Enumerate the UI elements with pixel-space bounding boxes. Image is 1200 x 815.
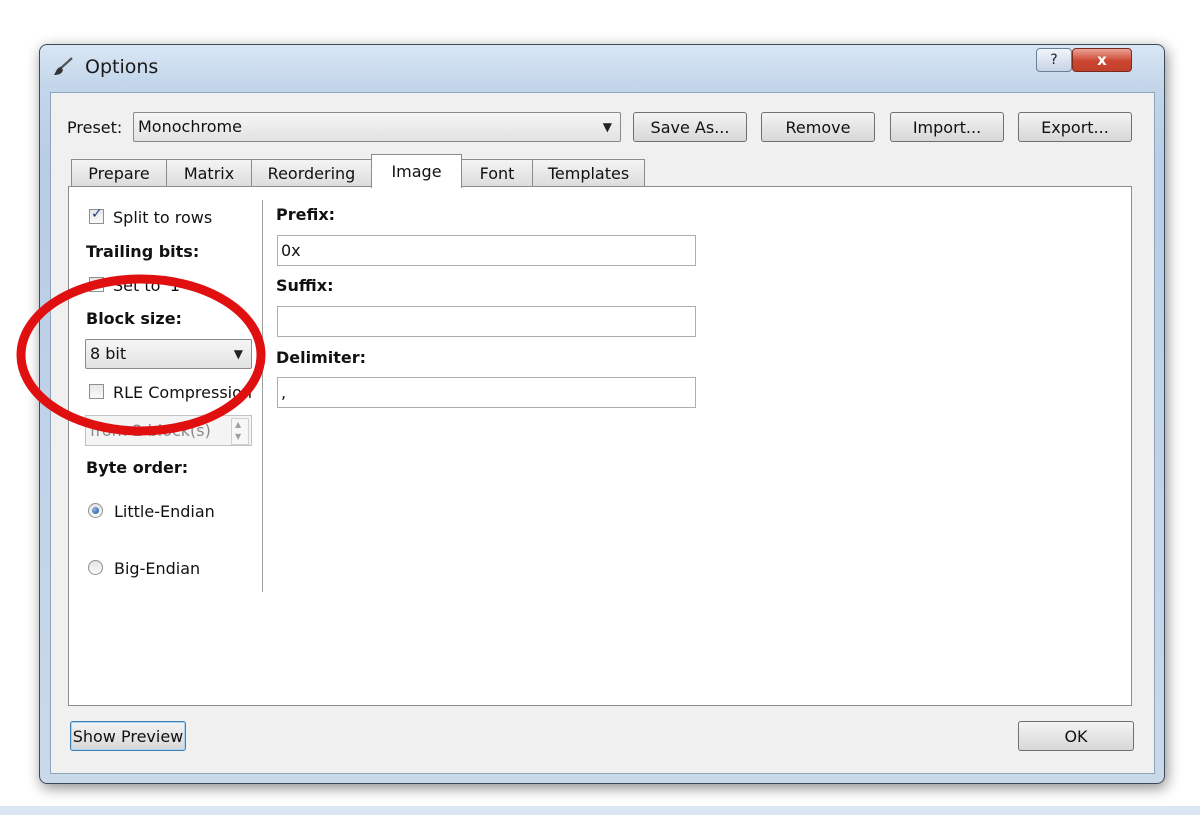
chevron-down-icon: ▼ [602,120,612,134]
desktop-strip [0,806,1200,815]
radio-selected-dot [92,507,99,514]
import-button[interactable]: Import... [890,112,1004,142]
big-endian-label: Big-Endian [114,559,201,578]
show-preview-button[interactable]: Show Preview [70,721,186,751]
prefix-input[interactable]: 0x [277,235,696,266]
suffix-input[interactable] [277,306,696,337]
block-size-heading: Block size: [86,309,182,328]
rle-blocks-value: from 2 block(s) [90,421,211,440]
little-endian-label: Little-Endian [114,502,215,521]
tab-reordering[interactable]: Reordering [251,159,372,187]
remove-button[interactable]: Remove [761,112,875,142]
block-size-value: 8 bit [90,344,127,363]
save-as-button[interactable]: Save As... [633,112,747,142]
set-to-1-checkbox[interactable] [89,277,104,292]
brush-icon [54,57,73,75]
preset-label: Preset: [67,118,123,137]
column-divider [262,200,264,592]
little-endian-radio[interactable] [88,503,103,518]
preset-combobox[interactable]: Monochrome ▼ [133,112,621,142]
rle-compression-label: RLE Compression [113,383,253,402]
window-title: Options [85,56,159,78]
split-to-rows-label: Split to rows [113,208,213,227]
big-endian-radio[interactable] [88,560,103,575]
tab-templates[interactable]: Templates [532,159,645,187]
spin-down-icon[interactable]: ▼ [235,432,241,442]
spin-up-icon[interactable]: ▲ [235,420,241,430]
spin-buttons[interactable]: ▲ ▼ [231,418,249,445]
split-to-rows-checkbox[interactable]: ✓ [89,206,104,224]
tab-font[interactable]: Font [461,159,533,187]
export-button[interactable]: Export... [1018,112,1132,142]
prefix-label: Prefix: [276,205,336,224]
byte-order-heading: Byte order: [86,458,189,477]
set-to-1-label: Set to '1' [113,276,185,295]
tab-image[interactable]: Image [371,154,462,188]
block-size-combobox[interactable]: 8 bit ▼ [85,339,252,369]
preset-value: Monochrome [138,117,242,136]
delimiter-input[interactable]: , [277,377,696,408]
rle-blocks-spinbox[interactable]: from 2 block(s) ▲ ▼ [85,415,252,446]
checkmark-icon: ✓ [91,206,103,222]
tab-prepare[interactable]: Prepare [71,159,167,187]
help-button[interactable]: ? [1036,48,1072,72]
tab-matrix[interactable]: Matrix [166,159,252,187]
close-button[interactable]: x [1072,48,1132,72]
suffix-label: Suffix: [276,276,334,295]
chevron-down-icon: ▼ [233,347,243,361]
ok-button[interactable]: OK [1018,721,1134,751]
delimiter-label: Delimiter: [276,348,367,367]
rle-compression-checkbox[interactable] [89,384,104,399]
trailing-bits-heading: Trailing bits: [86,242,200,261]
